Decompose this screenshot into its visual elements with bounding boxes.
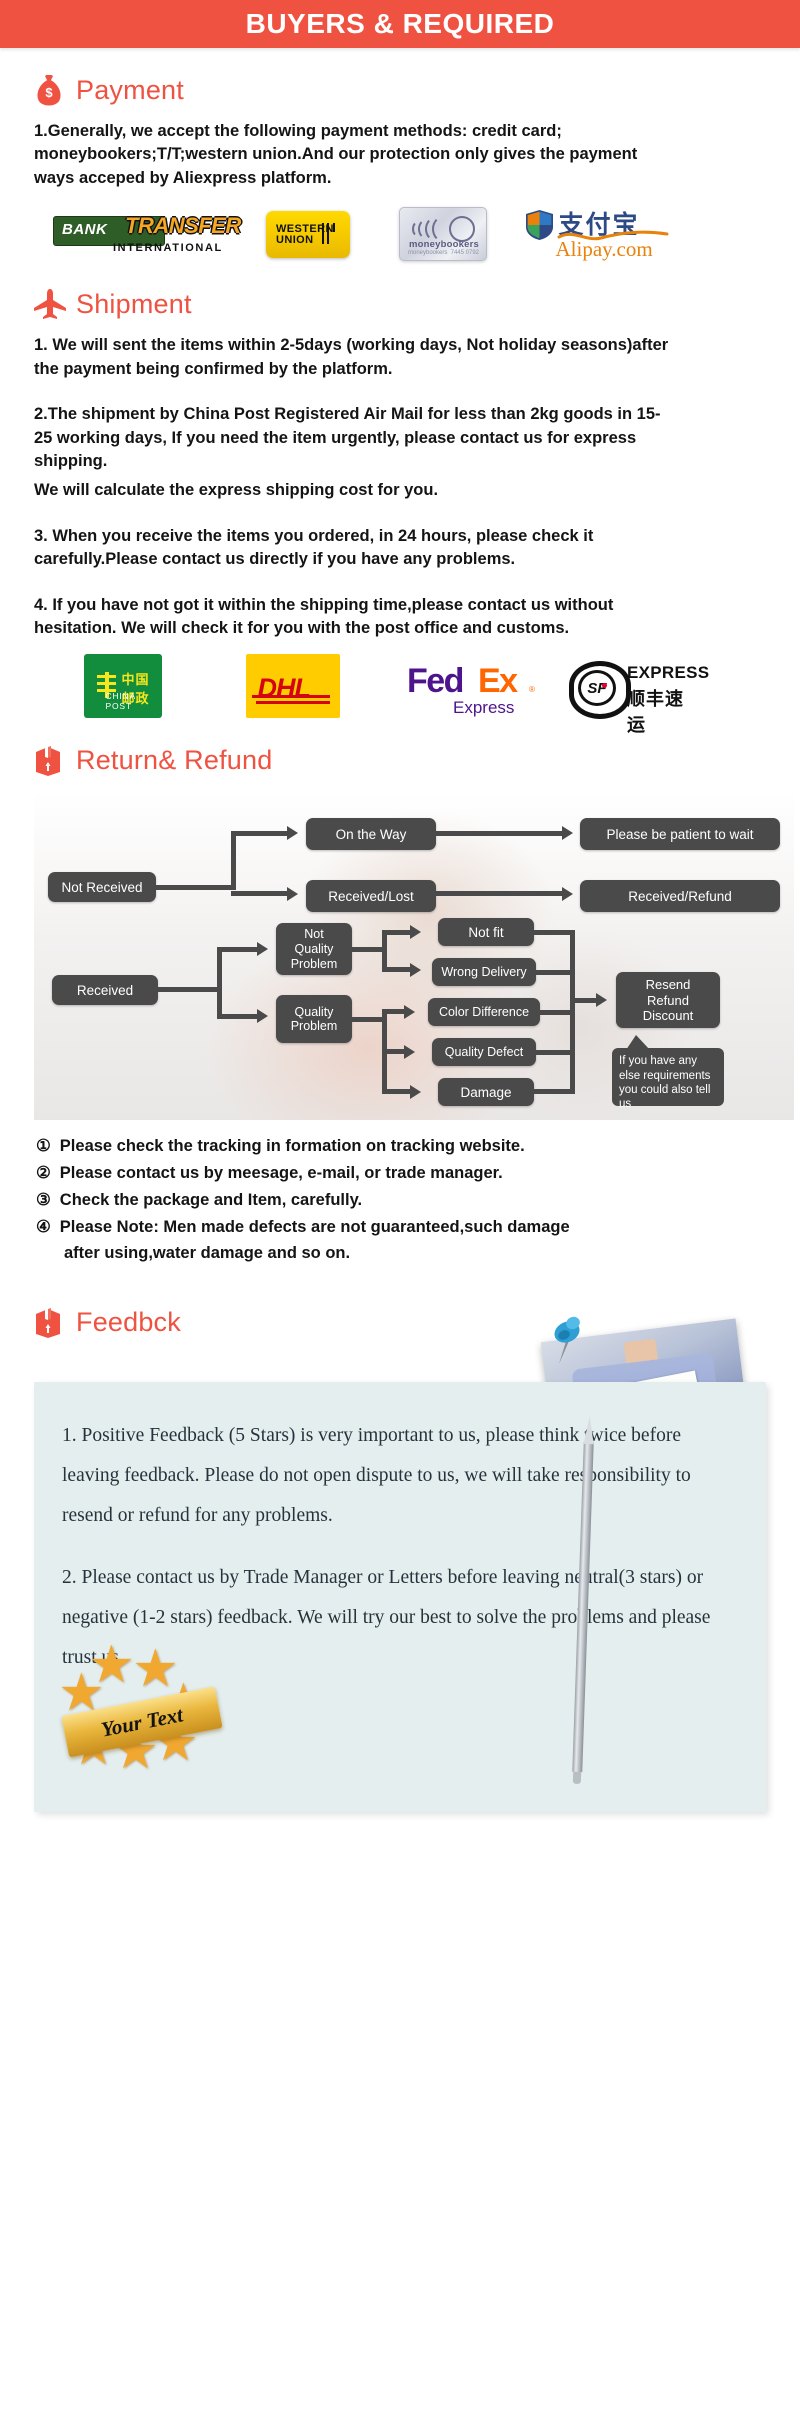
bank-transfer-logo: BANK TRANSFER INTERNATIONAL (38, 212, 243, 256)
bank-transfer-transfer-text: TRANSFER (125, 213, 241, 239)
feedback-content: Feedback 1. Positive Feedback (5 Stars) … (34, 1317, 766, 1813)
fedex-express-text: Express (453, 698, 515, 718)
flow-node-on-the-way: On the Way (306, 818, 436, 851)
note-text: Check the package and Item, carefully. (59, 1190, 363, 1209)
payment-paragraph-1: 1.Generally, we accept the following pay… (34, 122, 638, 187)
payment-title: Payment (76, 74, 184, 105)
fedex-registered-mark: ® (529, 685, 535, 695)
bank-transfer-international-text: INTERNATIONAL (113, 242, 223, 255)
bank-transfer-bank-text: BANK (62, 221, 108, 239)
flow-node-quality-defect: Quality Defect (432, 1038, 536, 1067)
note-item: ③ Check the package and Item, carefully. (36, 1188, 766, 1213)
moneybookers-code-left: moneybookers (408, 250, 448, 257)
stamp-text: Your Text (99, 1702, 185, 1742)
flow-node-received-refund: Received/Refund (580, 880, 780, 913)
feedback-title: Feedbck (76, 1306, 181, 1337)
flow-node-not-quality-problem-label: Not Quality Problem (290, 927, 338, 971)
money-bag-icon: $ (34, 74, 64, 106)
shipment-paragraph-3: We will calculate the express shipping c… (34, 481, 439, 500)
note-continuation: after using,water damage and so on. (64, 1244, 351, 1263)
feedback-panel: 1. Positive Feedback (5 Stars) is very i… (34, 1382, 766, 1813)
airplane-icon (34, 288, 66, 320)
push-pin-icon (554, 1317, 580, 1365)
note-text: Please contact us by meesage, e-mail, or… (59, 1164, 503, 1183)
flow-node-please-be-patient: Please be patient to wait (580, 818, 780, 851)
box-icon (34, 744, 64, 777)
product-description-page: BUYERS & REQUIRED $ Payment 1.Generally,… (0, 0, 800, 2421)
western-union-logo: WESTERN UNION (243, 210, 373, 258)
gold-star-stamp: ★ ★ ★ ★ ★ ★ ★ Your Text (56, 1639, 226, 1794)
fedex-ex-text: Ex (478, 662, 518, 701)
return-refund-title: Return& Refund (76, 744, 273, 775)
flow-node-wrong-delivery: Wrong Delivery (432, 958, 536, 987)
shipment-section: Shipment 1. We will sent the items withi… (0, 288, 800, 735)
flow-node-quality-problem-label: Quality Problem (290, 1004, 338, 1034)
flow-node-received-lost: Received/Lost (306, 880, 436, 913)
return-refund-flowchart: Not Received On the Way Please be patien… (34, 790, 794, 1121)
shipment-paragraph-5: 4. If you have not got it within the shi… (34, 595, 614, 638)
alipay-logo: 支付宝 Alipay.com (513, 206, 688, 262)
payment-heading: $ Payment (34, 74, 766, 106)
flow-callout-extra-requirements: If you have any else requirements you co… (612, 1035, 724, 1110)
shipment-heading: Shipment (34, 288, 766, 320)
flow-node-resend-refund-discount-label: Resend Refund Discount (642, 977, 694, 1024)
note-item: ② Please contact us by meesage, e-mail, … (36, 1161, 766, 1186)
flow-node-damage: Damage (438, 1078, 534, 1107)
flow-node-not-fit: Not fit (438, 918, 534, 947)
flow-node-color-difference: Color Difference (428, 998, 540, 1027)
svg-text:$: $ (45, 85, 53, 100)
sf-express-chinese: 顺丰速运 (627, 689, 684, 736)
flow-node-resend-refund-discount: Resend Refund Discount (616, 972, 720, 1029)
payment-section: $ Payment 1.Generally, we accept the fol… (0, 74, 800, 262)
page-banner: BUYERS & REQUIRED (0, 0, 800, 48)
flow-node-not-received: Not Received (48, 872, 156, 903)
note-text: Please check the tracking in formation o… (59, 1137, 525, 1156)
moneybookers-logo: moneybookers 7445 0792 moneybookers (373, 207, 513, 262)
sf-express-logo: SF EXPRESS 顺丰速运 (560, 658, 710, 735)
alipay-domain-text: Alipay.com (555, 237, 653, 262)
dhl-logo: DHL (205, 654, 380, 719)
fedex-logo: Fed Ex ® Express (380, 654, 560, 718)
carrier-logos: 中国邮政 CHINA POST DHL Fed Ex ® Express SF … (40, 654, 766, 735)
feedback-paragraph-1: 1. Positive Feedback (5 Stars) is very i… (62, 1425, 691, 1527)
dhl-text: DHL (257, 673, 311, 704)
china-post-english: CHINA POST (105, 691, 136, 712)
note-text: Please Note: Men made defects are not gu… (59, 1217, 570, 1236)
fedex-fed-text: Fed (407, 662, 464, 701)
sf-express-english: EXPRESS (627, 663, 710, 683)
shipment-paragraph-1: 1. We will sent the items within 2-5days… (34, 336, 669, 378)
flow-node-quality-problem: Quality Problem (276, 995, 352, 1044)
return-refund-heading: Return& Refund (34, 744, 766, 777)
return-refund-section: Return& Refund Not Received On the Way P… (0, 744, 800, 1266)
banner-title: BUYERS & REQUIRED (245, 8, 555, 39)
note-number: ④ (36, 1217, 51, 1236)
moneybookers-code-right: 7445 0792 (450, 250, 479, 257)
note-item: ① Please check the tracking in formation… (36, 1134, 766, 1159)
note-item: ④ Please Note: Men made defects are not … (36, 1215, 766, 1240)
china-post-logo: 中国邮政 CHINA POST (40, 654, 205, 719)
shipment-paragraph-4: 3. When you receive the items you ordere… (34, 526, 594, 569)
moneybookers-label: moneybookers (409, 239, 479, 251)
flow-node-received: Received (52, 975, 158, 1006)
box-icon (34, 1306, 64, 1339)
payment-logos: BANK TRANSFER INTERNATIONAL WESTERN UNIO… (38, 206, 766, 262)
shipment-title: Shipment (76, 288, 192, 319)
feedback-section: Feedbck Feedback 1. Positive F (0, 1306, 800, 1813)
note-number: ① (36, 1137, 51, 1156)
note-number: ③ (36, 1190, 51, 1209)
flow-node-not-quality-problem: Not Quality Problem (276, 923, 352, 976)
alipay-shield-icon (525, 210, 553, 241)
shipment-paragraph-2: 2.The shipment by China Post Registered … (34, 405, 661, 470)
note-number: ② (36, 1164, 51, 1183)
return-refund-notes: ① Please check the tracking in formation… (36, 1134, 766, 1266)
